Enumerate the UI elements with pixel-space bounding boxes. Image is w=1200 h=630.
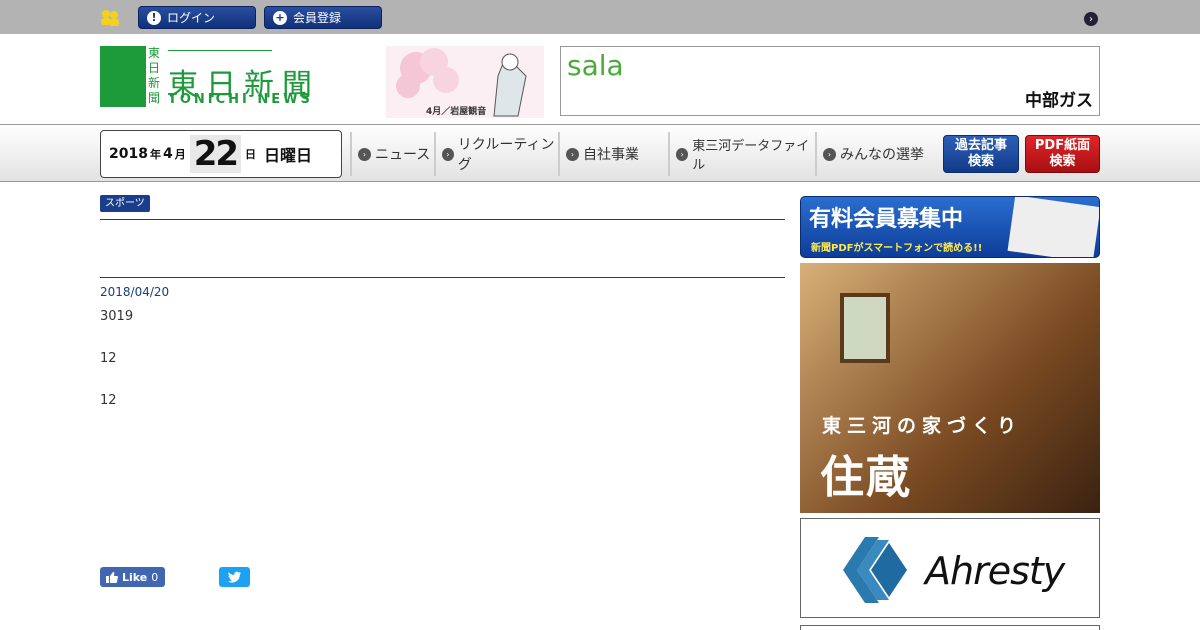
article-paragraph: 3019: [100, 309, 134, 324]
newspaper-image: [1007, 197, 1099, 257]
sala-banner-ad[interactable]: sala 中部ガス: [560, 46, 1100, 116]
date-display: 2018 年 4 月 22 日 日曜日: [100, 130, 342, 178]
login-button[interactable]: ! ログイン: [138, 6, 256, 29]
twitter-bird-icon: [228, 571, 241, 583]
main-nav: 2018 年 4 月 22 日 日曜日 › ニュース › リクルーティング › 自社事…: [0, 124, 1200, 182]
info-icon: !: [147, 10, 161, 25]
chevron-right-icon[interactable]: ›: [1084, 12, 1098, 26]
pdf-search-button[interactable]: PDF紙面 検索: [1025, 135, 1100, 173]
date-day: 22: [189, 135, 242, 173]
top-bar: ! ログイン + 会員登録 ›: [0, 0, 1200, 34]
window-image: [840, 293, 890, 363]
chubu-gas-logo: 中部ガス: [1025, 91, 1093, 111]
archive-search-button[interactable]: 過去記事 検索: [943, 135, 1019, 173]
ahresty-logo-mark: [843, 537, 907, 603]
chevron-right-icon: ›: [358, 147, 371, 161]
facebook-like-button[interactable]: Like 0: [100, 567, 165, 587]
ahresty-ad[interactable]: Ahresty: [800, 518, 1100, 618]
article-paragraph: 12: [100, 351, 117, 366]
logo-subtitle: TONICHI NEWS: [168, 92, 313, 107]
chevron-right-icon: ›: [442, 147, 454, 161]
title-rule-top: [100, 219, 785, 220]
nav-item-datafile[interactable]: › 東三河データファイル: [668, 132, 814, 176]
sala-logo: sala: [567, 49, 624, 82]
register-button[interactable]: + 会員登録: [264, 6, 382, 29]
sumikura-home-ad[interactable]: 東三河の家づくり 住蔵: [800, 263, 1100, 513]
ahresty-wordmark: Ahresty: [925, 549, 1065, 593]
nav-item-election[interactable]: › みんなの選挙: [815, 132, 935, 176]
home-ad-tagline: 東三河の家づくり: [822, 415, 1023, 437]
logo-rule: [168, 50, 272, 51]
chevron-right-icon: ›: [676, 147, 689, 161]
chevron-right-icon: ›: [823, 147, 836, 161]
thumbs-up-icon: [106, 571, 118, 583]
member-recruitment-banner[interactable]: 有料会員募集中 新聞PDFがスマートフォンで読める!!: [800, 196, 1100, 258]
illustration-caption: 4月／岩屋観音: [426, 107, 487, 117]
twitter-share-button[interactable]: [219, 567, 250, 587]
site-logo[interactable]: 東日新聞 東日新聞 TONICHI NEWS: [100, 46, 362, 108]
category-badge[interactable]: スポーツ: [100, 195, 150, 212]
article-date: 2018/04/20: [100, 285, 170, 299]
nav-item-news[interactable]: › ニュース: [350, 132, 434, 176]
next-ad-box[interactable]: [800, 625, 1100, 630]
monthly-illustration[interactable]: 4月／岩屋観音: [386, 46, 544, 118]
chevron-right-icon: ›: [566, 147, 579, 161]
article-paragraph: 12: [100, 393, 117, 408]
home-ad-brand: 住蔵: [820, 452, 912, 503]
login-label: ログイン: [167, 11, 216, 25]
member-banner-title: 有料会員募集中: [809, 207, 964, 232]
date-weekday: 日曜日: [264, 146, 313, 165]
register-label: 会員登録: [293, 11, 342, 25]
users-icon[interactable]: [100, 9, 120, 26]
nav-item-company-business[interactable]: › 自社事業: [558, 132, 666, 176]
member-banner-subtitle: 新聞PDFがスマートフォンで読める!!: [811, 243, 983, 254]
logo-vertical: 東日新聞: [146, 46, 162, 107]
plus-icon: +: [273, 10, 287, 25]
title-rule-bottom: [100, 277, 785, 278]
nav-item-recruiting[interactable]: › リクルーティング: [434, 132, 558, 176]
